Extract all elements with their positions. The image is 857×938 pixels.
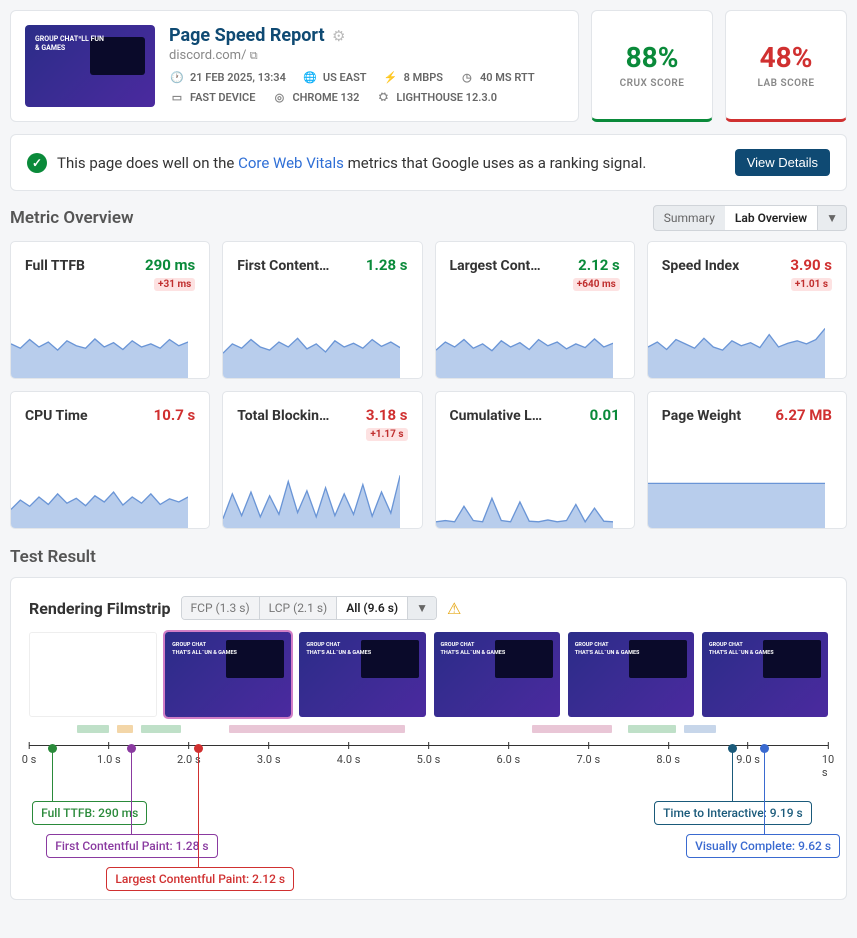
metric-card[interactable]: First Contentf… 1.28 s [222, 241, 422, 379]
metric-value: 3.90 s [790, 256, 832, 274]
metric-name: Cumulative Lay… [450, 408, 544, 424]
vitals-message: This page does well on the Core Web Vita… [57, 154, 725, 172]
metric-value: 0.01 [590, 406, 620, 424]
metric-name: Page Weight [662, 408, 741, 424]
filmstrip-frame[interactable] [702, 632, 828, 717]
warning-icon[interactable]: ⚠ [447, 599, 461, 618]
toggle-summary[interactable]: Summary [654, 206, 725, 230]
lab-score-value: 48% [760, 41, 813, 74]
external-link-icon[interactable]: ⧉ [250, 49, 258, 62]
core-web-vitals-link[interactable]: Core Web Vitals [238, 154, 344, 172]
metric-value: 1.28 s [366, 256, 408, 274]
axis-tick: 9.0 s [736, 742, 760, 766]
metric-name: Speed Index [662, 258, 740, 274]
filmstrip-title: Rendering Filmstrip [29, 599, 171, 618]
latency-icon: ◷ [459, 69, 475, 85]
lighthouse-icon: ⛭ [375, 89, 391, 105]
metric-card[interactable]: Full TTFB 290 ms +31 ms [10, 241, 210, 379]
sparkline-chart [436, 466, 613, 528]
crux-score-value: 88% [626, 41, 679, 74]
metric-name: Total Blocking … [237, 408, 331, 424]
axis-tick: 7.0 s [576, 742, 600, 766]
page-title: Page Speed Report [169, 25, 325, 46]
page-thumbnail [25, 25, 155, 107]
gear-icon[interactable]: ⚙ [332, 27, 345, 45]
sparkline-chart [11, 466, 188, 528]
browser-icon: ◎ [271, 89, 287, 105]
filmstrip-frame[interactable] [568, 632, 694, 717]
metric-delta: +1.01 s [791, 278, 832, 291]
pill-fcp[interactable]: FCP (1.3 s) [182, 597, 260, 619]
metric-grid: Full TTFB 290 ms +31 ms First Contentf… 1.28… [10, 241, 847, 529]
axis-tick: 10 s [822, 742, 834, 779]
metric-delta: +640 ms [573, 278, 620, 291]
metric-value: 10.7 s [154, 406, 196, 424]
timeline: 0 s1.0 s2.0 s3.0 s4.0 s5.0 s6.0 s7.0 s8.… [29, 725, 828, 875]
metric-name: First Contentf… [237, 258, 331, 274]
axis-tick: 0 s [22, 742, 37, 766]
check-icon: ✓ [27, 153, 47, 173]
toggle-lab-overview[interactable]: Lab Overview [725, 206, 817, 230]
test-result-title: Test Result [10, 547, 96, 567]
crux-score-card[interactable]: 88% CRUX SCORE [591, 10, 713, 122]
lab-score-card[interactable]: 48% LAB SCORE [725, 10, 847, 122]
metric-name: CPU Time [25, 408, 88, 424]
filmstrip-card: Rendering Filmstrip FCP (1.3 s) LCP (2.1… [10, 577, 847, 900]
sparkline-chart [648, 466, 825, 528]
metric-card[interactable]: Total Blocking … 3.18 s +1.17 s [222, 391, 422, 529]
sparkline-chart [11, 316, 188, 378]
timeline-axis: 0 s1.0 s2.0 s3.0 s4.0 s5.0 s6.0 s7.0 s8.… [29, 745, 828, 769]
speed-icon: ⚡ [383, 69, 399, 85]
filmstrip-frame[interactable] [299, 632, 425, 717]
sparkline-chart [436, 316, 613, 378]
pill-dropdown[interactable]: ▼ [408, 597, 436, 619]
metric-overview-title: Metric Overview [10, 208, 134, 228]
filmstrip-range-toggle: FCP (1.3 s) LCP (2.1 s) All (9.6 s) ▼ [181, 596, 437, 620]
sparkline-chart [648, 316, 825, 378]
metric-delta: +1.17 s [366, 428, 407, 441]
metric-card[interactable]: Largest Conte… 2.12 s +640 ms [435, 241, 635, 379]
metric-value: 3.18 s [366, 406, 408, 424]
page-domain[interactable]: discord.com/ ⧉ [169, 48, 535, 63]
pill-lcp[interactable]: LCP (2.1 s) [260, 597, 338, 619]
axis-tick: 6.0 s [497, 742, 521, 766]
metric-card[interactable]: CPU Time 10.7 s [10, 391, 210, 529]
sparkline-chart [223, 316, 400, 378]
axis-tick: 3.0 s [257, 742, 281, 766]
metric-delta: +31 ms [154, 278, 195, 291]
metric-card[interactable]: Page Weight 6.27 MB [647, 391, 847, 529]
globe-icon: 🌐 [302, 69, 318, 85]
metric-value: 6.27 MB [775, 406, 832, 424]
metric-card[interactable]: Cumulative Lay… 0.01 [435, 391, 635, 529]
filmstrip-frame[interactable] [434, 632, 560, 717]
crux-score-label: CRUX SCORE [620, 78, 685, 89]
lab-score-label: LAB SCORE [757, 78, 814, 89]
axis-tick: 8.0 s [656, 742, 680, 766]
axis-tick: 1.0 s [97, 742, 121, 766]
axis-tick: 5.0 s [417, 742, 441, 766]
metric-value: 2.12 s [578, 256, 620, 274]
filmstrip-frame[interactable] [29, 632, 157, 717]
toggle-dropdown[interactable]: ▼ [817, 206, 846, 230]
report-summary-card: Page Speed Report ⚙ discord.com/ ⧉ 🕐21 F… [10, 10, 579, 122]
metric-card[interactable]: Speed Index 3.90 s +1.01 s [647, 241, 847, 379]
view-details-button[interactable]: View Details [735, 149, 830, 176]
device-icon: ▭ [169, 89, 185, 105]
pill-all[interactable]: All (9.6 s) [337, 597, 408, 619]
filmstrip-frame[interactable] [165, 632, 291, 717]
vitals-banner: ✓ This page does well on the Core Web Vi… [10, 134, 847, 191]
filmstrip-frames [29, 632, 828, 717]
metric-name: Full TTFB [25, 258, 85, 274]
sparkline-chart [223, 466, 400, 528]
overview-toggle: Summary Lab Overview ▼ [653, 205, 847, 231]
metric-value: 290 ms [145, 256, 195, 274]
axis-tick: 4.0 s [337, 742, 361, 766]
metric-name: Largest Conte… [450, 258, 544, 274]
clock-icon: 🕐 [169, 69, 185, 85]
